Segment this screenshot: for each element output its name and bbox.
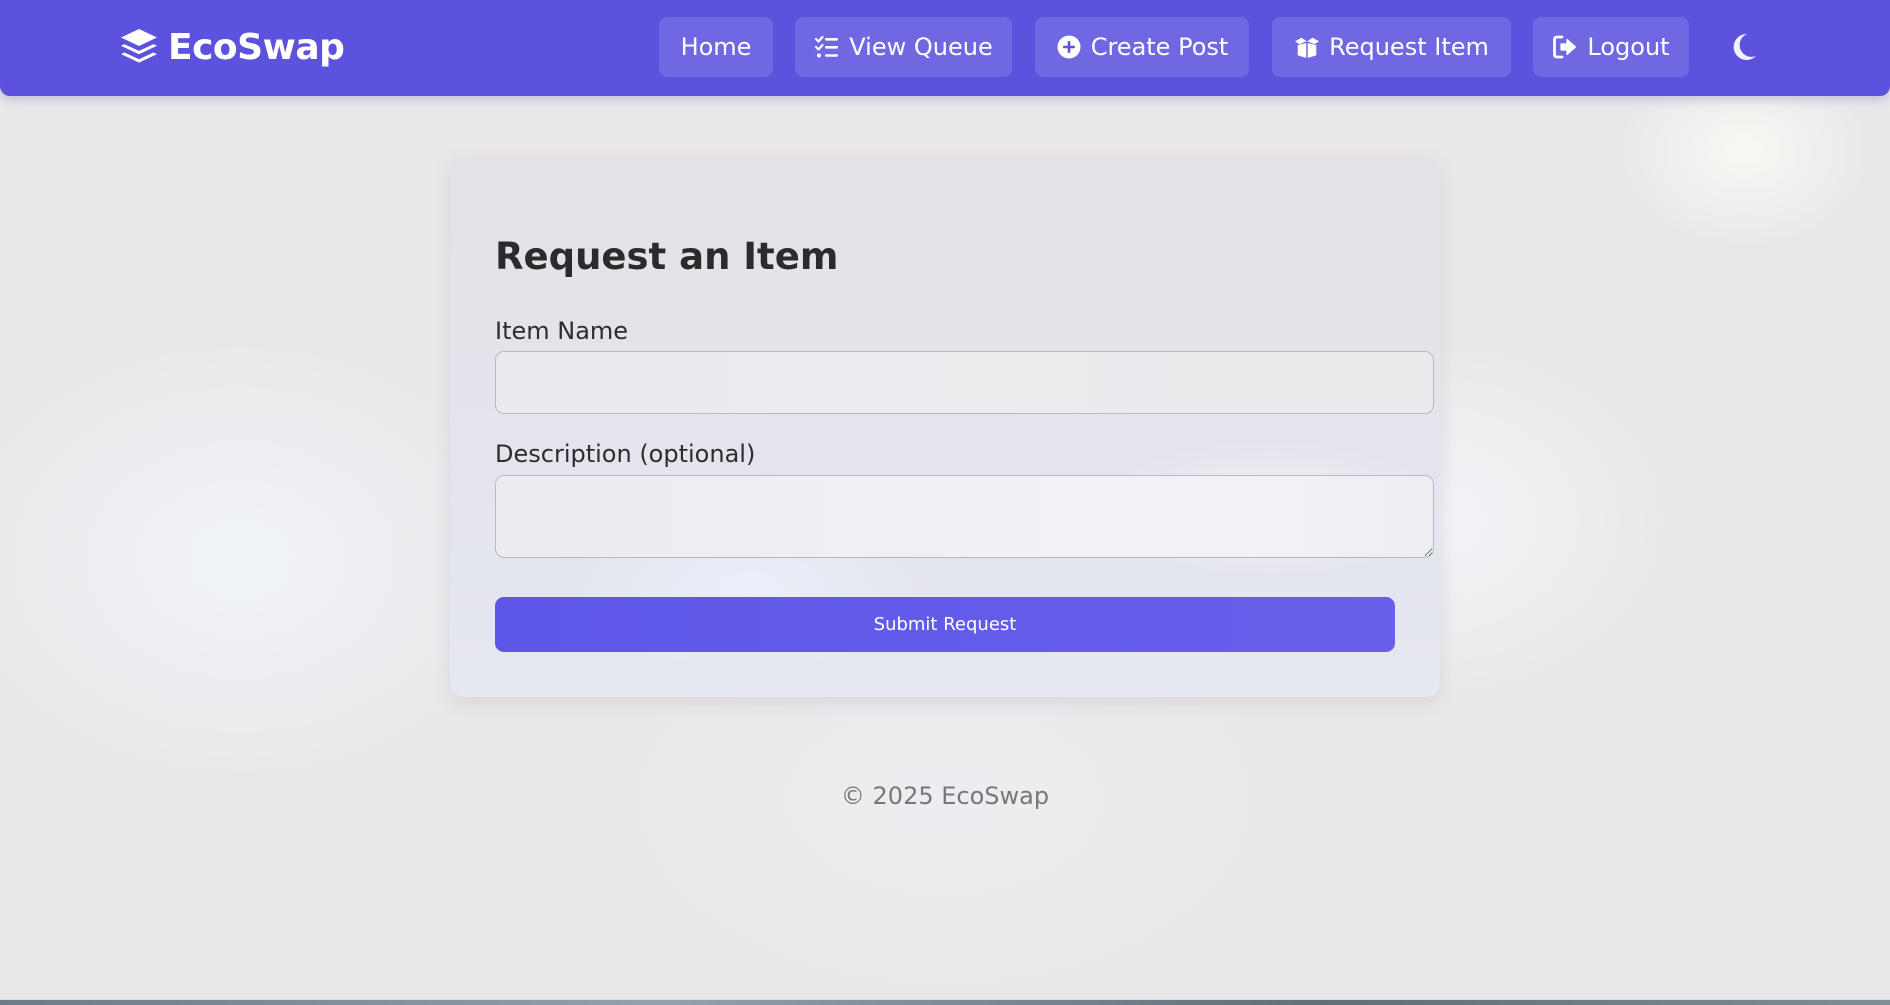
nav-request-item-button[interactable]: Request Item bbox=[1272, 17, 1511, 77]
form-title: Request an Item bbox=[495, 235, 839, 278]
description-label: Description (optional) bbox=[495, 440, 756, 468]
list-check-icon bbox=[815, 35, 839, 58]
nav-view-queue-button[interactable]: View Queue bbox=[795, 17, 1012, 77]
nav-home-button[interactable]: Home bbox=[659, 17, 773, 77]
nav-logout-label: Logout bbox=[1587, 33, 1670, 61]
nav-view-queue-label: View Queue bbox=[849, 33, 993, 61]
submit-request-button[interactable]: Submit Request bbox=[495, 597, 1395, 652]
brand-name: EcoSwap bbox=[168, 26, 345, 68]
brand[interactable]: EcoSwap bbox=[118, 22, 345, 72]
theme-toggle-button[interactable] bbox=[1728, 28, 1760, 66]
description-textarea[interactable] bbox=[495, 475, 1434, 558]
sign-out-icon bbox=[1553, 35, 1577, 59]
request-form-card: Request an Item Item Name Description (o… bbox=[450, 157, 1440, 697]
plus-circle-icon bbox=[1057, 35, 1081, 59]
nav-request-item-label: Request Item bbox=[1329, 33, 1489, 61]
nav-logout-button[interactable]: Logout bbox=[1533, 17, 1689, 77]
moon-icon bbox=[1733, 33, 1756, 60]
window-bottom-edge bbox=[0, 999, 1890, 1005]
box-open-icon bbox=[1295, 37, 1320, 59]
footer-copyright: © 2025 EcoSwap bbox=[840, 782, 1050, 810]
nav-create-post-label: Create Post bbox=[1090, 33, 1229, 61]
item-name-label: Item Name bbox=[495, 317, 629, 345]
nav-create-post-button[interactable]: Create Post bbox=[1035, 17, 1249, 77]
item-name-input[interactable] bbox=[495, 351, 1434, 414]
layers-icon bbox=[121, 29, 157, 63]
nav-home-label: Home bbox=[680, 33, 752, 61]
navbar: EcoSwap Home View Queue Create Post Requ… bbox=[0, 0, 1890, 96]
